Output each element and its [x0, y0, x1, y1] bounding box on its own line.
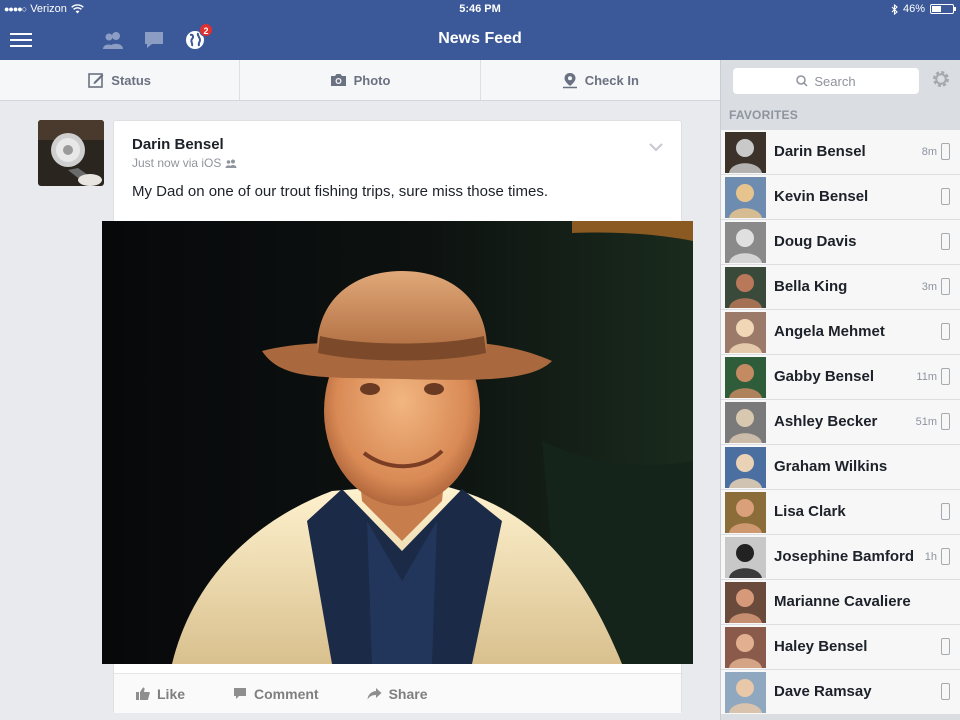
avatar [725, 492, 766, 533]
comment-label: Comment [254, 685, 319, 702]
location-pin-icon [562, 72, 577, 88]
mobile-phone-icon [941, 188, 950, 205]
friend-row[interactable]: Josephine Bamford 1h [721, 535, 960, 580]
last-active-time: 8m [921, 146, 937, 158]
avatar [725, 672, 766, 713]
friend-row[interactable]: Ashley Becker 51m [721, 400, 960, 445]
mobile-phone-icon [941, 368, 950, 385]
friend-row[interactable]: Bella King 3m [721, 265, 960, 310]
edit-icon [88, 73, 104, 88]
search-icon [796, 75, 808, 87]
friend-name: Josephine Bamford [774, 548, 915, 565]
friend-name: Bella King [774, 278, 848, 295]
status-label: Status [111, 72, 152, 88]
avatar [725, 177, 766, 218]
friend-name: Doug Davis [774, 233, 857, 250]
friend-name: Graham Wilkins [774, 458, 888, 475]
friend-name: Kevin Bensel [774, 188, 869, 205]
friend-row[interactable]: Haley Bensel [721, 625, 960, 670]
post-author[interactable]: Darin Bensel [132, 136, 224, 153]
checkin-button[interactable]: Check In [481, 60, 720, 100]
photo-label: Photo [353, 72, 391, 88]
comment-icon [234, 688, 247, 699]
avatar [725, 312, 766, 353]
avatar [725, 402, 766, 443]
mobile-phone-icon [941, 413, 950, 430]
avatar [725, 267, 766, 308]
friend-row[interactable]: Lisa Clark [721, 490, 960, 535]
friend-row[interactable]: Marianne Cavaliere [721, 580, 960, 625]
photo-button[interactable]: Photo [240, 60, 481, 100]
nav-row: 2 News Feed [0, 20, 960, 60]
checkin-label: Check In [584, 72, 639, 88]
page-title: News Feed [438, 30, 522, 47]
friend-name: Dave Ramsay [774, 683, 872, 700]
gear-icon[interactable] [931, 69, 951, 94]
friend-row[interactable]: Doug Davis [721, 220, 960, 265]
search-input[interactable]: Search [733, 68, 919, 94]
clock: 5:46 PM [459, 3, 501, 15]
friend-row[interactable]: Gabby Bensel 11m [721, 355, 960, 400]
friend-name: Darin Bensel [774, 143, 866, 160]
last-active-time: 11m [916, 371, 937, 383]
last-active-time: 3m [921, 281, 937, 293]
chevron-down-icon[interactable] [649, 139, 663, 157]
mobile-phone-icon [941, 638, 950, 655]
author-avatar[interactable] [38, 120, 104, 186]
last-active-time: 51m [915, 416, 937, 428]
last-active-time: 1h [924, 551, 937, 563]
avatar [725, 537, 766, 578]
friend-row[interactable]: Dave Ramsay [721, 670, 960, 715]
mobile-phone-icon [941, 278, 950, 295]
post-text: My Dad on one of our trout fishing trips… [132, 183, 549, 200]
thumbs-up-icon [136, 687, 150, 700]
post-meta: Just now via iOS [132, 156, 237, 170]
friend-row[interactable]: Graham Wilkins [721, 445, 960, 490]
status-right: 46% [891, 3, 956, 15]
friend-row[interactable]: Angela Mehmet [721, 310, 960, 355]
camera-icon [330, 74, 346, 86]
post-actions: Like Comment Share [114, 673, 681, 713]
share-button[interactable]: Share [367, 686, 428, 702]
friend-name: Marianne Cavaliere [774, 593, 911, 610]
battery-percent: 46% [902, 3, 925, 15]
status-button[interactable]: Status [0, 60, 241, 100]
friend-name: Lisa Clark [774, 503, 846, 520]
mobile-phone-icon [941, 503, 950, 520]
battery-icon [930, 4, 956, 14]
comment-button[interactable]: Comment [233, 686, 319, 702]
mobile-phone-icon [941, 143, 950, 160]
friend-row[interactable]: Kevin Bensel [721, 175, 960, 220]
friends-audience-icon [225, 159, 237, 168]
avatar [725, 222, 766, 263]
top-bar: ●●●●○ Verizon 5:46 PM 46% 2 News Feed [0, 0, 960, 60]
avatar [725, 132, 766, 173]
composer-bar: Status Photo Check In [0, 60, 720, 101]
favorites-header: FAVORITES [729, 108, 798, 122]
post-timestamp: Just now via iOS [132, 156, 222, 170]
avatar [725, 627, 766, 668]
friend-name: Ashley Becker [774, 413, 878, 430]
mobile-phone-icon [941, 683, 950, 700]
mobile-phone-icon [941, 233, 950, 250]
avatar [725, 582, 766, 623]
friend-name: Gabby Bensel [774, 368, 875, 385]
friend-list: Darin Bensel 8m Kevin Bensel Doug Davis Bell… [721, 130, 960, 715]
friend-row[interactable]: Darin Bensel 8m [721, 130, 960, 175]
avatar [725, 447, 766, 488]
friend-name: Haley Bensel [774, 638, 868, 655]
share-label: Share [388, 685, 428, 702]
status-bar: ●●●●○ Verizon 5:46 PM 46% [0, 0, 960, 20]
avatar [725, 357, 766, 398]
like-label: Like [157, 685, 186, 702]
search-placeholder: Search [814, 73, 856, 89]
bluetooth-icon [891, 3, 898, 15]
chat-sidebar: Search FAVORITES Darin Bensel 8m Kevin Ben… [720, 60, 960, 720]
post-photo[interactable] [102, 221, 693, 664]
mobile-phone-icon [941, 548, 950, 565]
mobile-phone-icon [941, 323, 950, 340]
like-button[interactable]: Like [136, 686, 185, 702]
share-arrow-icon [367, 688, 382, 700]
friend-name: Angela Mehmet [774, 323, 885, 340]
